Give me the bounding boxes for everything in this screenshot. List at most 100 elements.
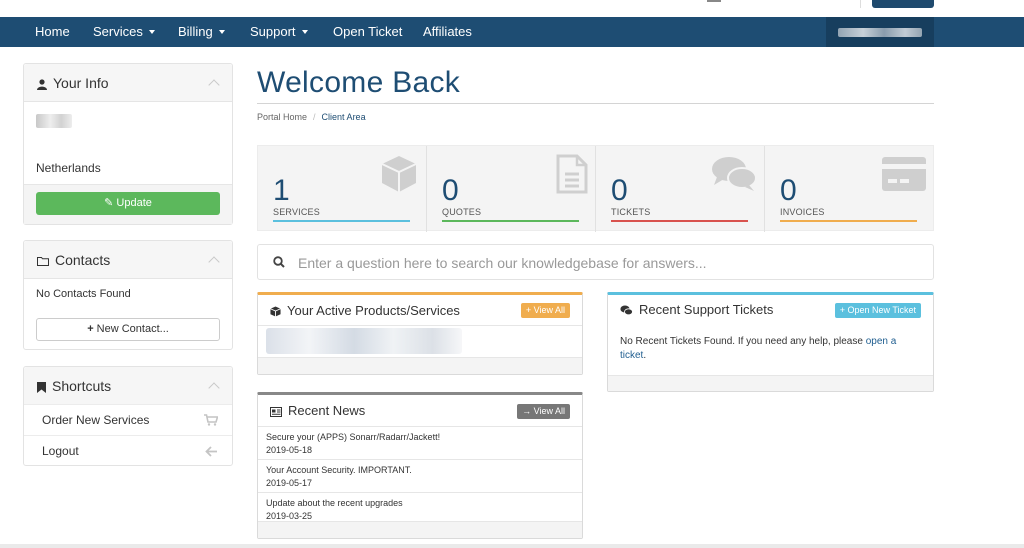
stat-quotes-bar <box>442 220 579 222</box>
nav-billing-label: Billing <box>178 24 213 39</box>
news-item-title: Your Account Security. IMPORTANT. <box>266 465 412 475</box>
arrow-left-icon <box>205 446 217 457</box>
news-view-all-label: View All <box>533 406 565 416</box>
update-button-label: Update <box>116 197 152 209</box>
recent-tickets-footer <box>608 375 933 391</box>
stats-tiles: 1 SERVICES 0 QUOTES 0 TICKETS 0 INVOICES <box>257 145 934 232</box>
recent-news-card: Recent News → View All Secure your (APPS… <box>257 392 583 539</box>
recent-tickets-title-text: Recent Support Tickets <box>639 302 774 317</box>
breadcrumb: Portal Home / Client Area <box>257 112 366 122</box>
update-button[interactable]: ✎ Update <box>36 192 220 215</box>
shortcut-logout[interactable]: Logout <box>24 435 232 466</box>
stat-services-bar <box>273 220 410 222</box>
news-item[interactable]: Secure your (APPS) Sonarr/Radarr/Jackett… <box>258 426 582 459</box>
document-icon <box>556 154 588 194</box>
shortcut-order-new-services[interactable]: Order New Services <box>24 404 232 435</box>
nav-services[interactable]: Services <box>93 17 155 47</box>
stat-invoices[interactable]: 0 INVOICES <box>765 146 934 232</box>
nav-home[interactable]: Home <box>35 17 70 47</box>
no-tickets-message: No Recent Tickets Found. If you need any… <box>620 335 920 363</box>
page-title: Welcome Back <box>257 66 461 99</box>
client-name-redacted <box>36 114 72 128</box>
product-item-redacted[interactable] <box>266 328 462 354</box>
chevron-up-icon[interactable] <box>208 382 220 394</box>
recent-tickets-header: Recent Support Tickets + Open New Ticket <box>608 295 933 325</box>
active-products-title: Your Active Products/Services <box>270 303 460 318</box>
user-icon <box>37 79 47 90</box>
recent-news-header: Recent News → View All <box>258 395 582 425</box>
plus-icon: + <box>87 323 97 335</box>
shortcut-logout-label: Logout <box>42 444 79 458</box>
stat-tickets[interactable]: 0 TICKETS <box>596 146 765 232</box>
nav-open-ticket[interactable]: Open Ticket <box>333 17 402 47</box>
stat-services-value: 1 <box>273 174 290 207</box>
nav-support-label: Support <box>250 24 296 39</box>
recent-news-title: Recent News <box>270 403 365 418</box>
account-menu[interactable] <box>826 17 934 47</box>
stat-invoices-bar <box>780 220 917 222</box>
shortcuts-title-text: Shortcuts <box>52 378 112 394</box>
stat-quotes-label: QUOTES <box>442 207 482 217</box>
shortcuts-header[interactable]: Shortcuts <box>24 367 232 404</box>
news-item-title: Update about the recent upgrades <box>266 498 403 508</box>
news-item[interactable]: Your Account Security. IMPORTANT. 2019-0… <box>258 459 582 492</box>
top-button[interactable] <box>872 0 934 8</box>
contacts-header[interactable]: Contacts <box>24 241 232 279</box>
chevron-up-icon[interactable] <box>208 256 220 268</box>
main-navbar: Home Services Billing Support Open Ticke… <box>0 17 1024 47</box>
newspaper-icon <box>270 406 282 417</box>
open-new-ticket-button[interactable]: + Open New Ticket <box>834 303 921 318</box>
your-info-title-text: Your Info <box>53 75 109 91</box>
contacts-title-text: Contacts <box>55 252 111 268</box>
no-tickets-trailing: . <box>643 350 647 361</box>
recent-tickets-title: Recent Support Tickets <box>620 302 773 317</box>
stat-invoices-label: INVOICES <box>780 207 825 217</box>
nav-home-label: Home <box>35 24 70 39</box>
caret-down-icon <box>218 30 225 34</box>
no-tickets-text: No Recent Tickets Found. If you need any… <box>620 336 863 347</box>
search-icon <box>273 256 285 268</box>
account-name-redacted <box>838 28 922 37</box>
arrow-right-icon: → <box>522 406 534 416</box>
recent-news-footer <box>258 521 582 538</box>
stat-services[interactable]: 1 SERVICES <box>258 146 427 232</box>
nav-affiliates[interactable]: Affiliates <box>423 17 472 47</box>
nav-support[interactable]: Support <box>250 17 308 47</box>
cube-icon <box>270 306 281 317</box>
top-link[interactable] <box>707 0 721 2</box>
active-products-title-text: Your Active Products/Services <box>287 303 460 318</box>
chevron-up-icon[interactable] <box>208 79 220 91</box>
shortcut-order-label: Order New Services <box>42 413 150 427</box>
products-view-all-button[interactable]: + View All <box>520 303 570 318</box>
breadcrumb-portal-home[interactable]: Portal Home <box>257 112 307 122</box>
nav-open-ticket-label: Open Ticket <box>333 24 403 39</box>
your-info-header[interactable]: Your Info <box>24 64 232 102</box>
nav-billing[interactable]: Billing <box>178 17 225 47</box>
new-contact-button[interactable]: + New Contact... <box>36 318 220 341</box>
products-view-all-label: View All <box>533 305 565 315</box>
shortcuts-panel: Shortcuts Order New Services Logout <box>23 366 233 466</box>
shortcuts-title: Shortcuts <box>37 378 111 394</box>
breadcrumb-client-area: Client Area <box>321 112 366 122</box>
news-item-date: 2019-03-25 <box>266 511 313 521</box>
open-new-ticket-label: Open New Ticket <box>847 305 916 315</box>
contacts-title: Contacts <box>37 252 110 268</box>
top-divider <box>860 0 861 8</box>
contacts-panel: Contacts No Contacts Found + New Contact… <box>23 240 233 350</box>
stat-invoices-value: 0 <box>780 174 797 207</box>
caret-down-icon <box>148 30 155 34</box>
breadcrumb-separator: / <box>313 112 316 122</box>
active-products-footer <box>258 357 582 374</box>
kb-search-input[interactable]: Enter a question here to search our know… <box>257 244 934 280</box>
your-info-panel: Your Info Netherlands ✎ Update <box>23 63 233 225</box>
cube-icon <box>381 156 417 192</box>
nav-affiliates-label: Affiliates <box>423 24 472 39</box>
client-country: Netherlands <box>36 161 101 175</box>
title-divider <box>257 103 934 104</box>
page-bottom-edge <box>0 544 1024 548</box>
news-view-all-button[interactable]: → View All <box>517 404 570 419</box>
stat-quotes[interactable]: 0 QUOTES <box>427 146 596 232</box>
active-products-header: Your Active Products/Services + View All <box>258 295 582 326</box>
your-info-title: Your Info <box>37 75 109 91</box>
bookmark-icon <box>37 381 46 393</box>
